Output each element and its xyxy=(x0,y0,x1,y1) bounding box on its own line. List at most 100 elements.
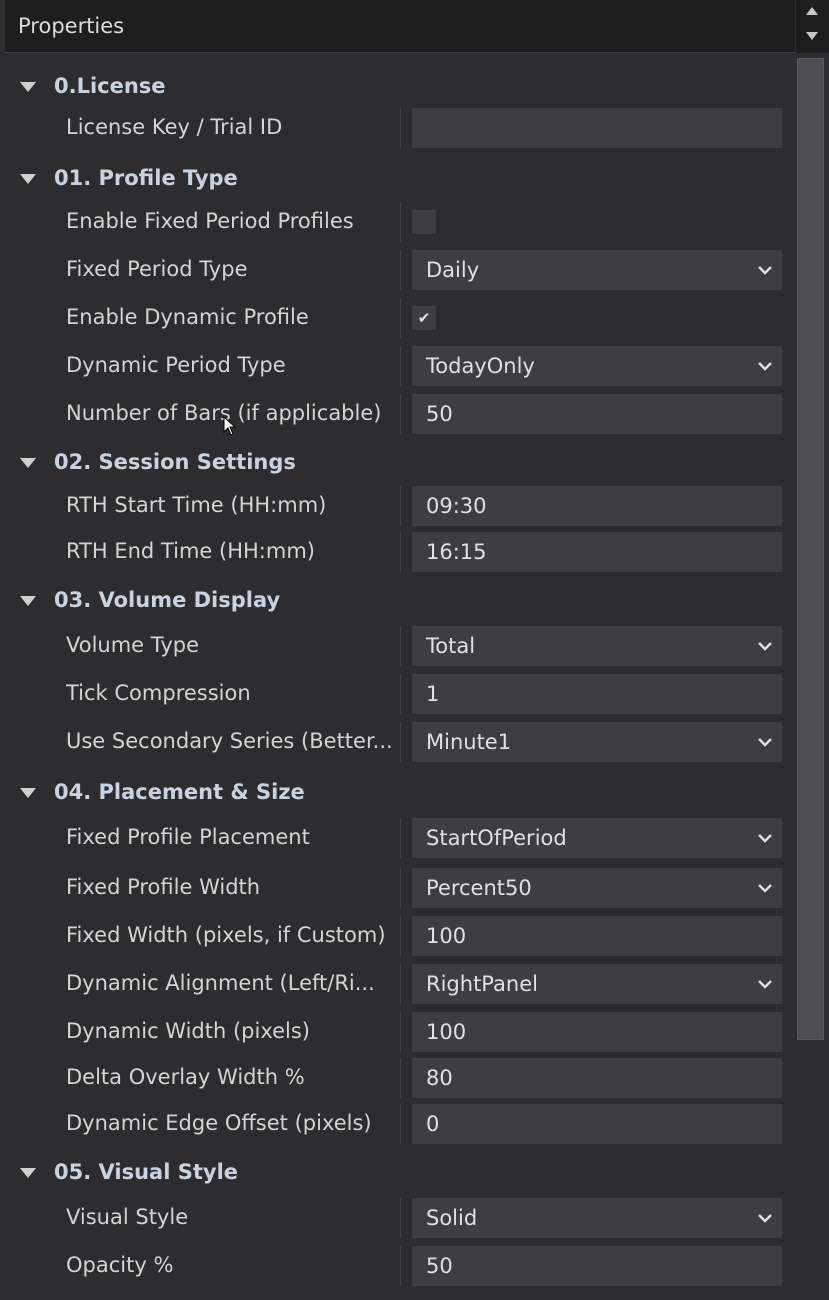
property-dropdown[interactable]: TodayOnly xyxy=(412,346,782,386)
column-divider[interactable] xyxy=(400,818,401,858)
column-divider[interactable] xyxy=(400,394,401,434)
column-divider[interactable] xyxy=(400,202,401,242)
property-label: Use Secondary Series (Better... xyxy=(66,729,391,753)
column-divider[interactable] xyxy=(400,1198,401,1238)
expand-triangle-icon[interactable] xyxy=(20,458,36,468)
property-input[interactable]: 50 xyxy=(412,1246,782,1286)
property-row-rth-end-time-hh-mm: RTH End Time (HH:mm) 16:15 xyxy=(0,532,796,572)
properties-header: Properties xyxy=(5,0,795,53)
column-divider[interactable] xyxy=(400,674,401,714)
property-dropdown[interactable]: Solid xyxy=(412,1198,782,1238)
property-dropdown[interactable]: Total xyxy=(412,626,782,666)
chevron-down-icon[interactable] xyxy=(758,977,772,991)
property-checkbox[interactable] xyxy=(412,210,436,234)
property-dropdown[interactable]: Daily xyxy=(412,250,782,290)
property-dropdown[interactable]: Minute1 xyxy=(412,722,782,762)
property-value: 16:15 xyxy=(426,540,487,564)
panel-title: Properties xyxy=(18,14,125,38)
property-input[interactable]: 1 xyxy=(412,674,782,714)
property-row-tick-compression: Tick Compression 1 xyxy=(0,674,796,714)
column-divider[interactable] xyxy=(400,298,401,338)
vertical-scrollbar[interactable] xyxy=(796,53,829,1300)
property-dropdown[interactable]: Percent50 xyxy=(412,868,782,908)
property-input[interactable]: 50 xyxy=(412,394,782,434)
property-input[interactable]: 100 xyxy=(412,1012,782,1052)
column-divider[interactable] xyxy=(400,1246,401,1286)
category-header-03-volume-display[interactable]: 03. Volume Display xyxy=(0,588,796,612)
property-input[interactable]: 80 xyxy=(412,1058,782,1098)
property-row-rth-start-time-hh-mm: RTH Start Time (HH:mm) 09:30 xyxy=(0,486,796,526)
property-label: Enable Dynamic Profile xyxy=(66,305,309,329)
expand-triangle-icon[interactable] xyxy=(20,596,36,606)
column-divider[interactable] xyxy=(400,532,401,572)
property-value: Minute1 xyxy=(426,730,512,754)
property-value: 09:30 xyxy=(426,494,487,518)
property-label: Visual Style xyxy=(66,1205,189,1229)
property-row-dynamic-alignment-left-ri: Dynamic Alignment (Left/Ri... RightPanel xyxy=(0,964,796,1004)
property-row-visual-style: Visual Style Solid xyxy=(0,1198,796,1238)
category-header-05-visual-style[interactable]: 05. Visual Style xyxy=(0,1160,796,1184)
category-label: 03. Volume Display xyxy=(54,588,281,612)
column-divider[interactable] xyxy=(400,1104,401,1144)
property-input[interactable]: 16:15 xyxy=(412,532,782,572)
property-label: Volume Type xyxy=(66,633,200,657)
column-divider[interactable] xyxy=(400,1058,401,1098)
chevron-down-icon[interactable] xyxy=(758,263,772,277)
chevron-down-icon[interactable] xyxy=(758,881,772,895)
mouse-pointer-icon xyxy=(223,416,237,436)
property-row-opacity: Opacity % 50 xyxy=(0,1246,796,1286)
column-divider[interactable] xyxy=(400,722,401,762)
property-input[interactable]: 09:30 xyxy=(412,486,782,526)
property-row-license-key-trial-id: License Key / Trial ID xyxy=(0,108,796,148)
property-input[interactable] xyxy=(412,108,782,148)
column-divider[interactable] xyxy=(400,964,401,1004)
chevron-down-icon[interactable] xyxy=(758,359,772,373)
property-row-dynamic-width-pixels: Dynamic Width (pixels) 100 xyxy=(0,1012,796,1052)
property-checkbox[interactable]: ✔ xyxy=(412,306,436,330)
column-divider[interactable] xyxy=(400,1012,401,1052)
scroll-down-icon[interactable] xyxy=(806,32,818,40)
property-dropdown[interactable]: StartOfPeriod xyxy=(412,818,782,858)
column-divider[interactable] xyxy=(400,916,401,956)
property-value: Percent50 xyxy=(426,876,532,900)
column-divider[interactable] xyxy=(400,486,401,526)
property-label: Opacity % xyxy=(66,1253,174,1277)
property-label: Tick Compression xyxy=(66,681,251,705)
property-dropdown[interactable]: RightPanel xyxy=(412,964,782,1004)
expand-triangle-icon[interactable] xyxy=(20,82,36,92)
property-value: 100 xyxy=(426,1020,467,1044)
property-value: Daily xyxy=(426,258,480,282)
chevron-down-icon[interactable] xyxy=(758,831,772,845)
property-row-fixed-profile-placement: Fixed Profile Placement StartOfPeriod xyxy=(0,818,796,858)
column-divider[interactable] xyxy=(400,108,401,148)
category-label: 05. Visual Style xyxy=(54,1160,239,1184)
expand-triangle-icon[interactable] xyxy=(20,174,36,184)
property-input[interactable]: 0 xyxy=(412,1104,782,1144)
property-row-use-secondary-series-better: Use Secondary Series (Better... Minute1 xyxy=(0,722,796,762)
property-label: Fixed Width (pixels, if Custom) xyxy=(66,923,386,947)
expand-triangle-icon[interactable] xyxy=(20,788,36,798)
category-header-04-placement-size[interactable]: 04. Placement & Size xyxy=(0,780,796,804)
property-value: Solid xyxy=(426,1206,478,1230)
expand-triangle-icon[interactable] xyxy=(20,1168,36,1178)
category-header-01-profile-type[interactable]: 01. Profile Type xyxy=(0,166,796,190)
category-header-02-session-settings[interactable]: 02. Session Settings xyxy=(0,450,796,474)
chevron-down-icon[interactable] xyxy=(758,735,772,749)
category-header-0-license[interactable]: 0.License xyxy=(0,74,796,98)
chevron-down-icon[interactable] xyxy=(758,1211,772,1225)
header-spinner[interactable] xyxy=(796,0,829,53)
property-value: 0 xyxy=(426,1112,440,1136)
property-value: 1 xyxy=(426,682,440,706)
scroll-up-icon[interactable] xyxy=(806,7,818,15)
column-divider[interactable] xyxy=(400,250,401,290)
property-label: Dynamic Alignment (Left/Ri... xyxy=(66,971,375,995)
chevron-down-icon[interactable] xyxy=(758,639,772,653)
scrollbar-thumb[interactable] xyxy=(797,58,824,1040)
property-row-enable-dynamic-profile: Enable Dynamic Profile ✔ xyxy=(0,298,796,338)
property-input[interactable]: 100 xyxy=(412,916,782,956)
property-grid: 0.License License Key / Trial ID 01. Profi… xyxy=(0,53,796,1300)
column-divider[interactable] xyxy=(400,626,401,666)
property-label: Dynamic Width (pixels) xyxy=(66,1019,311,1043)
column-divider[interactable] xyxy=(400,346,401,386)
column-divider[interactable] xyxy=(400,868,401,908)
